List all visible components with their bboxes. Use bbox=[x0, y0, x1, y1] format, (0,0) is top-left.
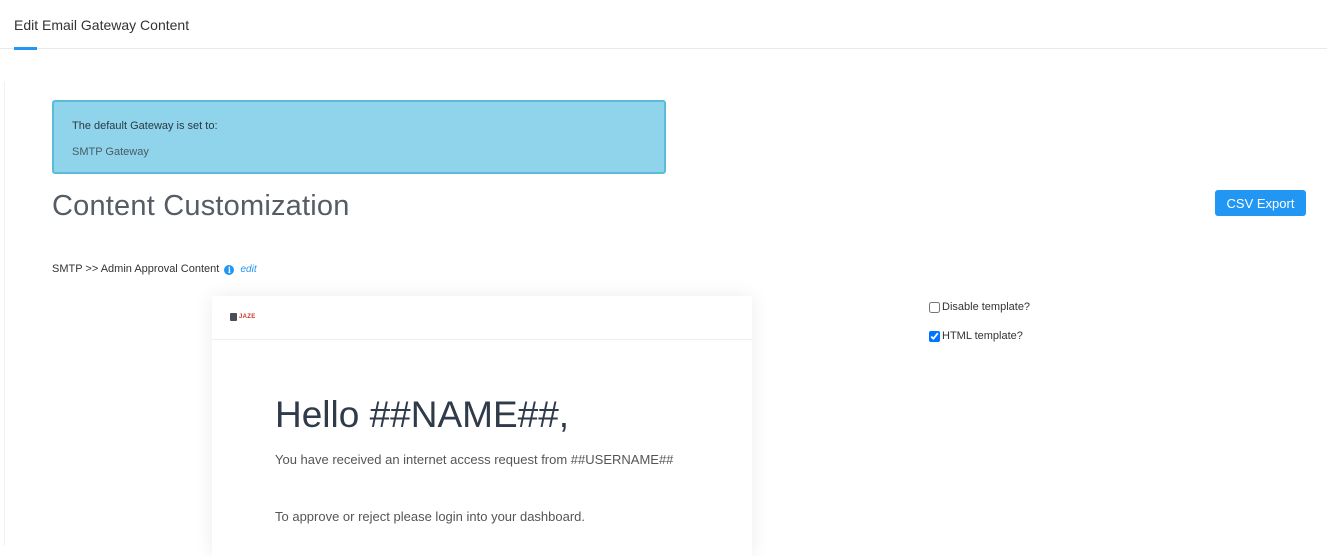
active-tab-indicator bbox=[14, 47, 37, 50]
content-left-border bbox=[4, 82, 5, 546]
page-title: Content Customization bbox=[52, 190, 350, 222]
html-template-checkbox[interactable] bbox=[929, 330, 940, 342]
disable-template-checkbox[interactable] bbox=[929, 301, 940, 313]
logo-text: JAZE bbox=[239, 314, 256, 320]
jaze-logo: JAZE bbox=[230, 312, 256, 322]
email-preview-header: JAZE bbox=[212, 296, 752, 340]
csv-export-button[interactable]: CSV Export bbox=[1215, 190, 1306, 216]
alert-gateway-value: SMTP Gateway bbox=[72, 146, 149, 158]
email-body-line-1: You have received an internet access req… bbox=[275, 452, 674, 467]
breadcrumb-text: SMTP >> Admin Approval Content bbox=[52, 263, 220, 275]
email-greeting: Hello ##NAME##, bbox=[275, 394, 570, 435]
alert-title: The default Gateway is set to: bbox=[72, 120, 218, 132]
html-template-option[interactable]: HTML template? bbox=[929, 330, 1023, 342]
email-preview-card: JAZE Hello ##NAME##, You have received a… bbox=[212, 296, 752, 556]
info-icon[interactable]: i bbox=[224, 265, 235, 275]
disable-template-label: Disable template? bbox=[942, 301, 1031, 313]
gateway-info-alert: The default Gateway is set to: SMTP Gate… bbox=[52, 100, 666, 174]
tab-edit-email-gateway-content[interactable]: Edit Email Gateway Content bbox=[14, 17, 189, 33]
breadcrumb: SMTP >> Admin Approval Content i edit bbox=[52, 263, 257, 275]
email-body-line-2: To approve or reject please login into y… bbox=[275, 509, 586, 524]
html-template-label: HTML template? bbox=[942, 330, 1023, 342]
edit-link[interactable]: edit bbox=[240, 264, 256, 275]
disable-template-option[interactable]: Disable template? bbox=[929, 301, 1030, 313]
tab-bar: Edit Email Gateway Content bbox=[0, 0, 1327, 50]
logo-mark-icon bbox=[230, 313, 237, 321]
